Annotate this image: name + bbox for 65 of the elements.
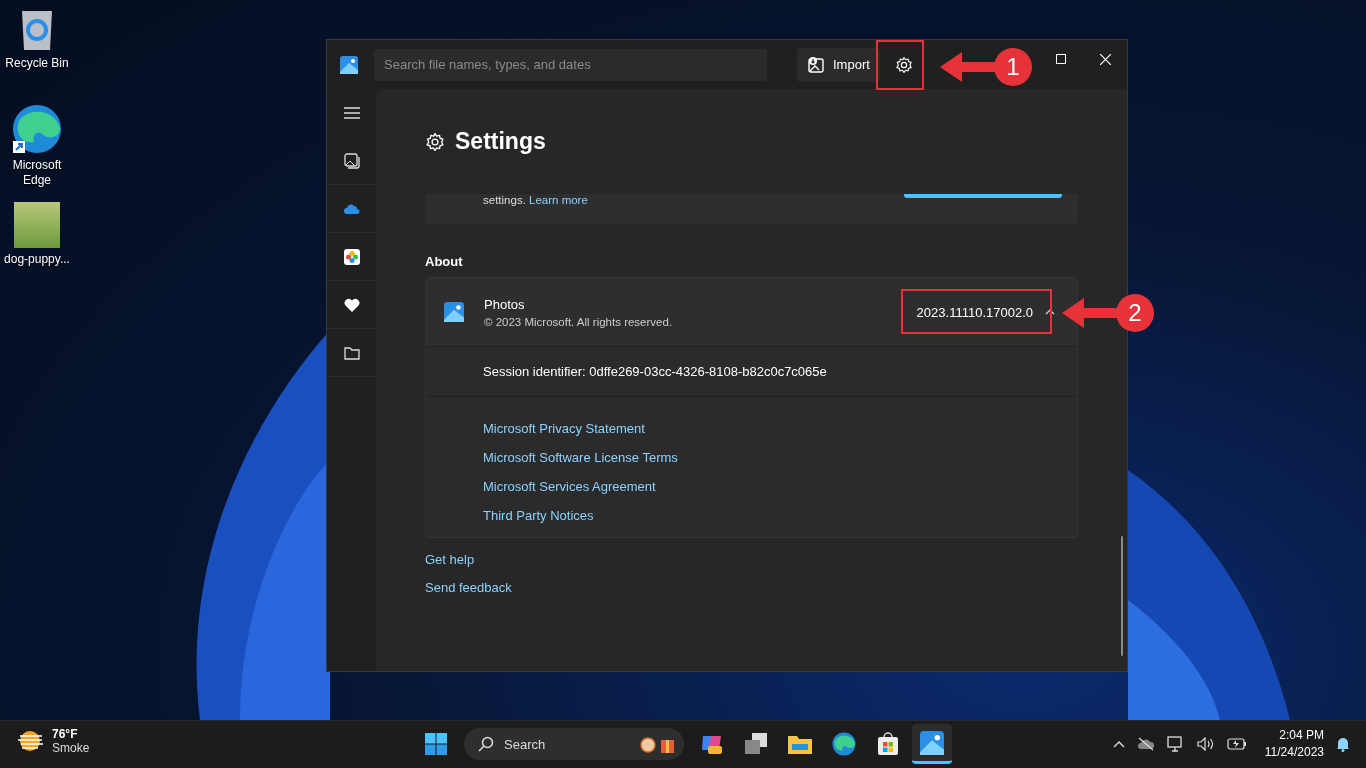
app-name: Photos bbox=[484, 296, 526, 312]
import-button[interactable]: Import bbox=[797, 47, 880, 82]
temperature: 76°F bbox=[52, 727, 79, 741]
highlight-box bbox=[876, 40, 924, 90]
edge-browser-icon bbox=[12, 104, 62, 154]
help-link[interactable]: Send feedback bbox=[425, 580, 1078, 595]
gallery-icon bbox=[343, 152, 360, 169]
session-identifier: Session identifier: 0dffe269-03cc-4326-8108-b82c0c7c065e bbox=[483, 364, 827, 379]
help-link[interactable]: Get help bbox=[425, 552, 1078, 567]
network-icon[interactable] bbox=[1166, 736, 1185, 752]
card-text: settings. Learn more bbox=[483, 194, 588, 206]
weather-widget[interactable]: 76°F Smoke bbox=[18, 727, 90, 755]
menu-icon bbox=[343, 107, 360, 119]
clock[interactable]: 2:04 PM 11/24/2023 bbox=[1264, 727, 1324, 761]
colorful-flower-icon bbox=[343, 248, 360, 265]
chevron-up-icon[interactable] bbox=[1112, 740, 1125, 748]
taskbar-search[interactable]: Search bbox=[464, 728, 684, 760]
legal-link[interactable]: Third Party Notices bbox=[483, 508, 1020, 523]
shortcut-label: dog-puppy... bbox=[4, 252, 70, 267]
legal-link[interactable]: Microsoft Software License Terms bbox=[483, 450, 1020, 465]
shortcut-label: Recycle Bin bbox=[5, 56, 69, 71]
folder-icon bbox=[788, 734, 812, 754]
maximize-icon bbox=[1056, 54, 1066, 64]
copyright-text: © 2023 Microsoft. All rights reserved. bbox=[484, 315, 674, 328]
settings-icon bbox=[894, 55, 913, 74]
notification-bell-icon[interactable] bbox=[1336, 736, 1350, 752]
page-title: Settings bbox=[455, 128, 546, 155]
image-import-icon bbox=[807, 55, 825, 74]
task-view-icon bbox=[744, 733, 768, 755]
legal-link[interactable]: Microsoft Privacy Statement bbox=[483, 421, 1020, 436]
photos-app-icon bbox=[444, 302, 464, 322]
shopping-bag-icon bbox=[877, 732, 899, 756]
clock-date: 11/24/2023 bbox=[1264, 744, 1324, 761]
scrollbar-thumb[interactable] bbox=[1121, 536, 1123, 656]
desktop-shortcut[interactable]: Microsoft Edge bbox=[0, 104, 74, 188]
legal-link[interactable]: Microsoft Services Agreement bbox=[483, 479, 1020, 494]
battery-charging-icon[interactable] bbox=[1226, 738, 1247, 750]
hazy-sun-icon bbox=[18, 730, 44, 752]
step-number-badge: 2 bbox=[1116, 294, 1154, 332]
photos-app-icon bbox=[340, 55, 358, 74]
folder-icon bbox=[343, 345, 360, 360]
shortcut-label: Microsoft Edge bbox=[11, 158, 63, 188]
cloud-icon bbox=[343, 203, 360, 214]
windows-logo-icon bbox=[425, 733, 447, 755]
edge-browser-icon bbox=[832, 732, 856, 756]
photo-placeholder bbox=[14, 202, 60, 248]
speaker-icon[interactable] bbox=[1196, 737, 1215, 751]
search-icon bbox=[478, 736, 494, 752]
recycle-bin-icon bbox=[19, 8, 55, 52]
heart-icon bbox=[343, 297, 360, 312]
weather-condition: Smoke bbox=[52, 741, 90, 755]
section-heading: About bbox=[425, 254, 464, 269]
cloud-offline-icon[interactable] bbox=[1136, 737, 1155, 751]
desktop-shortcut[interactable]: dog-puppy... bbox=[0, 202, 74, 267]
close-icon bbox=[1099, 53, 1111, 65]
desktop-shortcut[interactable]: Recycle Bin bbox=[0, 8, 74, 71]
version-number: 2023.11110.17002.0 bbox=[916, 304, 1033, 320]
settings-icon bbox=[425, 131, 445, 152]
search-label: Search bbox=[504, 736, 547, 752]
clock-time: 2:04 PM bbox=[1279, 727, 1324, 744]
search-field[interactable]: Search file names, types, and dates bbox=[374, 48, 767, 81]
alarm-clock-gift-drawing bbox=[640, 734, 676, 754]
learn-more-link[interactable]: Learn more bbox=[529, 194, 588, 206]
photos-app-icon bbox=[920, 730, 944, 755]
photos-taskbar-icon[interactable] bbox=[912, 724, 952, 764]
